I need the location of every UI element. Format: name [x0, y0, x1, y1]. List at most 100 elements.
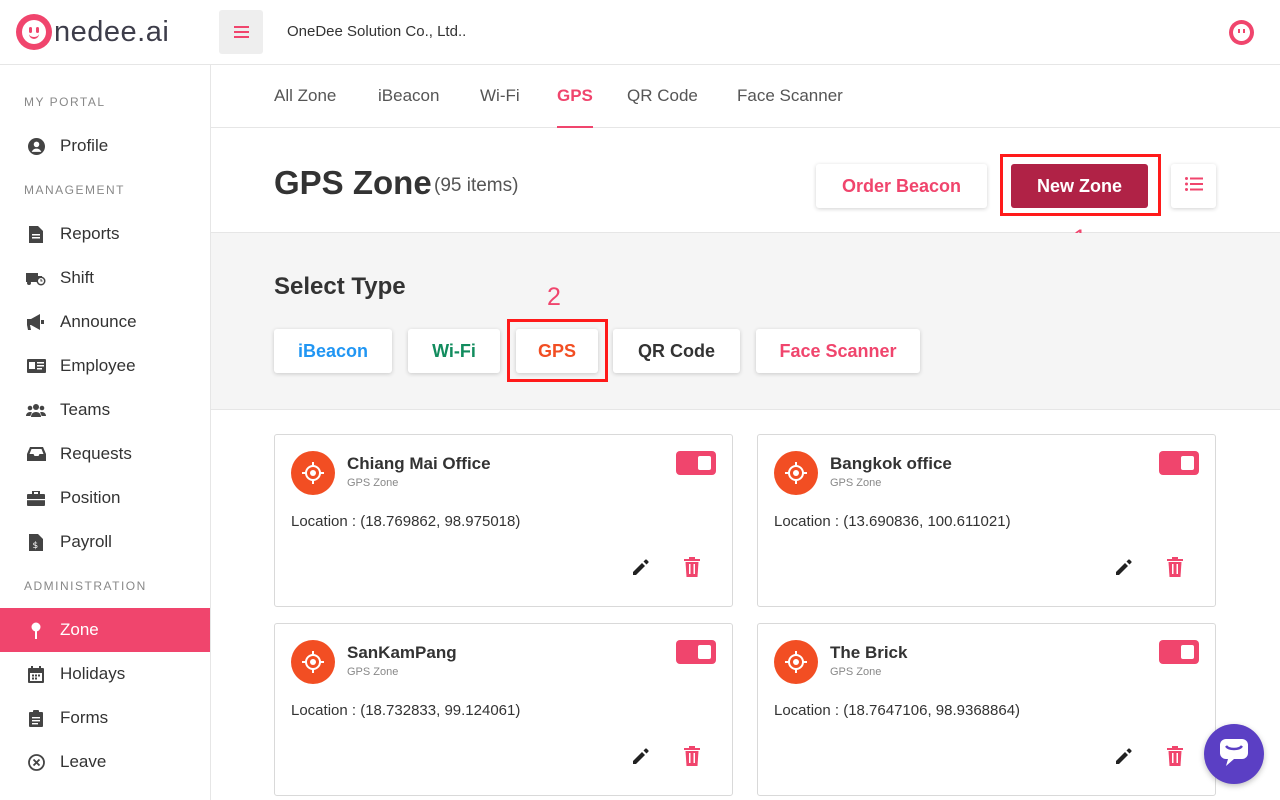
inbox-icon — [26, 444, 46, 464]
gps-target-icon — [774, 640, 818, 684]
sidebar-section-management: MANAGEMENT — [24, 183, 126, 197]
zone-location: Location : (18.7647106, 98.9368864) — [774, 702, 1021, 719]
briefcase-icon — [26, 488, 46, 508]
sidebar-item-label: Employee — [60, 356, 136, 375]
sidebar-item-label: Forms — [60, 708, 109, 727]
users-icon — [26, 400, 46, 420]
circle-x-icon — [26, 752, 46, 772]
zone-name: Bangkok office — [830, 454, 952, 473]
sidebar-item-label: Reports — [60, 224, 120, 243]
sidebar-item-reports[interactable]: Reports — [0, 212, 210, 256]
zone-enabled-toggle[interactable] — [676, 640, 716, 664]
gps-target-icon — [291, 640, 335, 684]
tab-gps[interactable]: GPS — [557, 86, 593, 128]
type-face-scanner-button[interactable]: Face Scanner — [756, 329, 920, 373]
item-count: (95 items) — [434, 175, 519, 196]
tab-qr-code[interactable]: QR Code — [627, 86, 698, 128]
order-beacon-button[interactable]: Order Beacon — [816, 164, 987, 208]
zone-location: Location : (18.732833, 99.124061) — [291, 702, 521, 719]
edit-pencil-icon[interactable] — [631, 557, 653, 579]
zone-type: GPS Zone — [830, 477, 882, 489]
sidebar-item-employee[interactable]: Employee — [0, 344, 210, 388]
sidebar-item-label: Announce — [60, 312, 137, 331]
sidebar-item-zone[interactable]: Zone — [0, 608, 210, 652]
sidebar-item-position[interactable]: Position — [0, 476, 210, 520]
sidebar-item-label: Position — [60, 488, 121, 507]
sidebar-item-label: Requests — [60, 444, 132, 463]
sidebar-item-payroll[interactable]: $ Payroll — [0, 520, 210, 564]
logo-text: nedee.ai — [54, 15, 170, 48]
logo-face-icon — [16, 14, 52, 50]
user-avatar[interactable] — [1229, 20, 1254, 45]
select-type-panel: Select Type 2 iBeacon Wi-Fi GPS QR Code … — [211, 233, 1280, 410]
document-icon — [26, 224, 46, 244]
page-title: GPS Zone — [274, 164, 432, 201]
sidebar-item-teams[interactable]: Teams — [0, 388, 210, 432]
calendar-icon — [26, 664, 46, 684]
user-circle-icon — [26, 136, 46, 156]
page-header: GPS Zone (95 items) Order Beacon New Zon… — [211, 128, 1280, 253]
zone-type: GPS Zone — [830, 666, 882, 678]
map-pin-icon — [26, 620, 46, 640]
zone-type: GPS Zone — [347, 477, 399, 489]
type-wifi-button[interactable]: Wi-Fi — [408, 329, 500, 373]
zone-location: Location : (13.690836, 100.611021) — [774, 513, 1011, 530]
company-name: OneDee Solution Co., Ltd.. — [287, 23, 467, 40]
sidebar-item-announce[interactable]: Announce — [0, 300, 210, 344]
zone-name: SanKamPang — [347, 643, 457, 662]
zone-enabled-toggle[interactable] — [1159, 451, 1199, 475]
sidebar-section-my-portal: MY PORTAL — [24, 95, 106, 109]
chat-bubble-icon — [1218, 737, 1250, 772]
sidebar-item-label: Payroll — [60, 532, 112, 551]
sidebar-item-label: Profile — [60, 136, 109, 155]
zone-card[interactable]: Chiang Mai Office GPS Zone Location : (1… — [274, 434, 733, 607]
top-header: nedee.ai OneDee Solution Co., Ltd.. — [0, 0, 1280, 65]
sidebar-item-label: Teams — [60, 400, 111, 419]
money-file-icon: $ — [26, 532, 46, 552]
edit-pencil-icon[interactable] — [631, 746, 653, 768]
delete-trash-icon[interactable] — [683, 557, 705, 579]
onedee-logo[interactable]: nedee.ai — [16, 13, 169, 51]
new-zone-button[interactable]: New Zone — [1011, 164, 1148, 208]
type-ibeacon-button[interactable]: iBeacon — [274, 329, 392, 373]
sidebar-item-requests[interactable]: Requests — [0, 432, 210, 476]
tab-all-zone[interactable]: All Zone — [274, 86, 336, 128]
zone-card[interactable]: The Brick GPS Zone Location : (18.764710… — [757, 623, 1216, 796]
zone-enabled-toggle[interactable] — [1159, 640, 1199, 664]
zone-enabled-toggle[interactable] — [676, 451, 716, 475]
svg-text:$: $ — [33, 541, 39, 551]
gps-target-icon — [291, 451, 335, 495]
megaphone-icon — [26, 312, 46, 332]
sidebar: MY PORTAL Profile MANAGEMENT Reports Shi… — [0, 65, 211, 800]
sidebar-item-label: Zone — [60, 620, 99, 639]
delete-trash-icon[interactable] — [1166, 557, 1188, 579]
sidebar-item-forms[interactable]: Forms — [0, 696, 210, 740]
truck-clock-icon — [26, 268, 46, 288]
sidebar-item-profile[interactable]: Profile — [0, 124, 210, 168]
sidebar-section-administration: ADMINISTRATION — [24, 579, 147, 593]
zone-card[interactable]: SanKamPang GPS Zone Location : (18.73283… — [274, 623, 733, 796]
delete-trash-icon[interactable] — [1166, 746, 1188, 768]
type-gps-button[interactable]: GPS — [516, 329, 598, 373]
sidebar-item-label: Holidays — [60, 664, 126, 683]
tab-face-scanner[interactable]: Face Scanner — [737, 86, 843, 128]
edit-pencil-icon[interactable] — [1114, 746, 1136, 768]
list-view-button[interactable] — [1171, 164, 1216, 208]
chat-widget-button[interactable] — [1204, 724, 1264, 784]
sidebar-item-shift[interactable]: Shift — [0, 256, 210, 300]
edit-pencil-icon[interactable] — [1114, 557, 1136, 579]
sidebar-item-leave[interactable]: Leave — [0, 740, 210, 784]
tab-ibeacon[interactable]: iBeacon — [378, 86, 439, 128]
list-icon — [1184, 176, 1203, 196]
type-qr-code-button[interactable]: QR Code — [613, 329, 740, 373]
hamburger-menu-button[interactable] — [219, 10, 263, 54]
annotation-number-2: 2 — [547, 283, 561, 311]
zone-card[interactable]: Bangkok office GPS Zone Location : (13.6… — [757, 434, 1216, 607]
sidebar-item-label: Shift — [60, 268, 95, 287]
tab-wifi[interactable]: Wi-Fi — [480, 86, 520, 128]
sidebar-item-holidays[interactable]: Holidays — [0, 652, 210, 696]
zone-name: The Brick — [830, 643, 908, 662]
gps-target-icon — [774, 451, 818, 495]
delete-trash-icon[interactable] — [683, 746, 705, 768]
zone-name: Chiang Mai Office — [347, 454, 491, 473]
